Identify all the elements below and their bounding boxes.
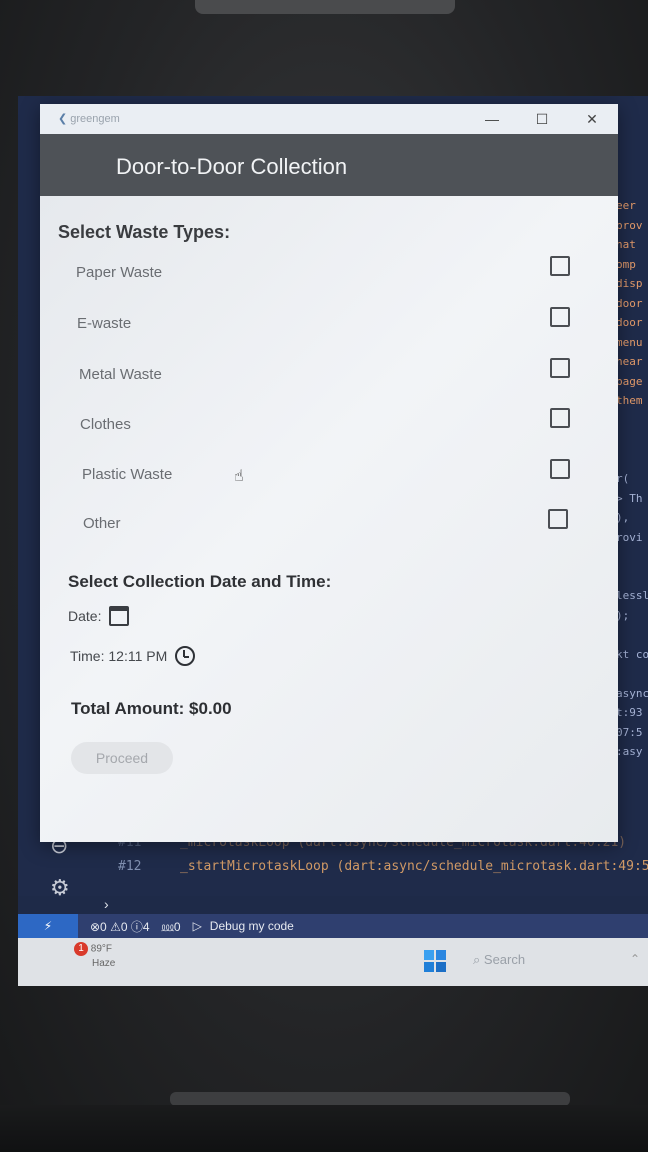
code-fragment: :asy (616, 745, 643, 758)
code-fragment: hear (616, 355, 643, 368)
app-window: ❮ greengem — ☐ ✕ Door-to-Door Collection … (40, 104, 618, 842)
proceed-button[interactable]: Proceed (71, 742, 173, 774)
date-field[interactable]: Date: (68, 606, 130, 626)
code-fragment: menu (616, 335, 643, 349)
page-title: Door-to-Door Collection (116, 154, 348, 179)
app-name: ❮ greengem (58, 112, 120, 125)
laptop-hinge (170, 1092, 570, 1106)
form-content: Select Waste Types: Paper Waste E-waste … (40, 196, 618, 842)
time-label: Time: 12:11 PM (70, 648, 168, 664)
weather-widget[interactable]: 1 89°F Haze (74, 942, 115, 971)
search-icon: ⌕ (473, 952, 481, 967)
code-fragment: ), (616, 511, 630, 524)
waste-label-metal: Metal Waste (79, 366, 162, 383)
code-fragment: page (616, 374, 643, 388)
waste-label-other: Other (83, 515, 121, 532)
waste-label-ewaste: E-waste (77, 315, 132, 332)
waste-label-clothes: Clothes (80, 416, 131, 433)
code-fragment: t:93 (616, 706, 643, 719)
laptop-top-edge (195, 0, 455, 14)
code-fragment: omp (616, 257, 636, 271)
checkbox-paper-waste[interactable] (550, 256, 570, 276)
code-fragment: rovi (616, 530, 643, 544)
laptop-base (0, 1105, 648, 1152)
checkbox-other[interactable] (548, 509, 568, 529)
app-logo-icon: ❮ (58, 113, 68, 125)
code-fragment: 07:5 (616, 725, 643, 739)
code-fragment: eer (616, 199, 636, 212)
taskbar-search[interactable]: ⌕ Search (473, 952, 525, 968)
code-fragment: lessl (616, 589, 648, 602)
collection-heading: Select Collection Date and Time: (68, 572, 332, 591)
debug-play-icon[interactable]: ▷ (193, 919, 202, 933)
time-field[interactable]: Time: 12:11 PM (70, 646, 196, 666)
stack-line: _startMicrotaskLoop (dart:async/schedule… (180, 859, 648, 874)
code-fragment: > Th (616, 491, 643, 505)
app-bar: Door-to-Door Collection (40, 134, 618, 196)
console-prompt-chevron-icon: › (104, 896, 109, 912)
weather-condition: Haze (92, 957, 116, 969)
app-name-label: greengem (70, 113, 120, 125)
code-fragment: door (616, 296, 643, 310)
taskbar: 1 89°F Haze ⌕ Search ⌃ (18, 938, 648, 986)
code-fragment: kt co (616, 647, 648, 661)
code-fragment: async (616, 686, 648, 700)
windows-start-icon[interactable] (424, 950, 446, 972)
checkbox-plastic-waste[interactable] (550, 459, 570, 479)
code-fragment: hat (616, 238, 636, 251)
hand-cursor-icon: ☝ (234, 468, 244, 485)
calendar-icon[interactable] (109, 606, 130, 626)
remote-icon[interactable]: ⚡ (18, 914, 78, 938)
checkbox-e-waste[interactable] (550, 307, 570, 327)
ports-indicator[interactable]: ⅏0 (162, 918, 181, 935)
code-fragment (616, 567, 648, 587)
code-fragment (616, 411, 648, 431)
total-amount: Total Amount: $0.00 (71, 699, 232, 718)
weather-temp: 89°F (90, 943, 113, 955)
settings-gear-icon[interactable]: ⚙ (50, 875, 70, 901)
editor-code-fragments: eer prov hat omp disp door door menu hear page the… (616, 196, 648, 762)
search-placeholder: Search (483, 952, 526, 967)
minimize-button[interactable]: — (480, 108, 504, 130)
screen: eer prov hat omp disp door door menu hear page the… (18, 96, 648, 986)
code-fragment: door (616, 316, 643, 329)
clock-icon[interactable] (175, 646, 196, 666)
window-titlebar: ❮ greengem — ☐ ✕ (40, 104, 618, 134)
code-fragment: r( (616, 472, 630, 485)
maximize-button[interactable]: ☐ (530, 108, 554, 130)
code-fragment: prov (616, 218, 643, 232)
code-fragment (616, 625, 648, 645)
code-fragment (616, 547, 648, 567)
checkbox-metal-waste[interactable] (550, 358, 570, 378)
notification-badge: 1 (74, 942, 88, 956)
code-fragment: disp (616, 277, 643, 290)
code-fragment (616, 450, 648, 470)
date-label: Date: (68, 608, 102, 624)
waste-label-paper: Paper Waste (76, 264, 163, 281)
code-fragment: ); (616, 608, 630, 622)
tray-icon[interactable]: ⌃ (630, 952, 640, 966)
waste-label-plastic: Plastic Waste (82, 466, 173, 483)
code-fragment: them (616, 394, 643, 407)
debug-label[interactable]: Debug my code (210, 919, 294, 933)
status-bar: ⚡ ⊗0 ⚠0 ⓘ4 ⅏0 ▷ Debug my code (18, 914, 648, 938)
code-fragment (616, 430, 648, 450)
editor-activity-icons: ⊖ ⚙ (50, 833, 70, 901)
problems-indicator[interactable]: ⊗0 ⚠0 ⓘ4 (90, 918, 150, 935)
line-number: #12 (118, 859, 142, 874)
code-fragment (616, 664, 648, 684)
close-button[interactable]: ✕ (580, 108, 604, 130)
checkbox-clothes[interactable] (550, 408, 570, 428)
waste-types-heading: Select Waste Types: (58, 222, 231, 242)
